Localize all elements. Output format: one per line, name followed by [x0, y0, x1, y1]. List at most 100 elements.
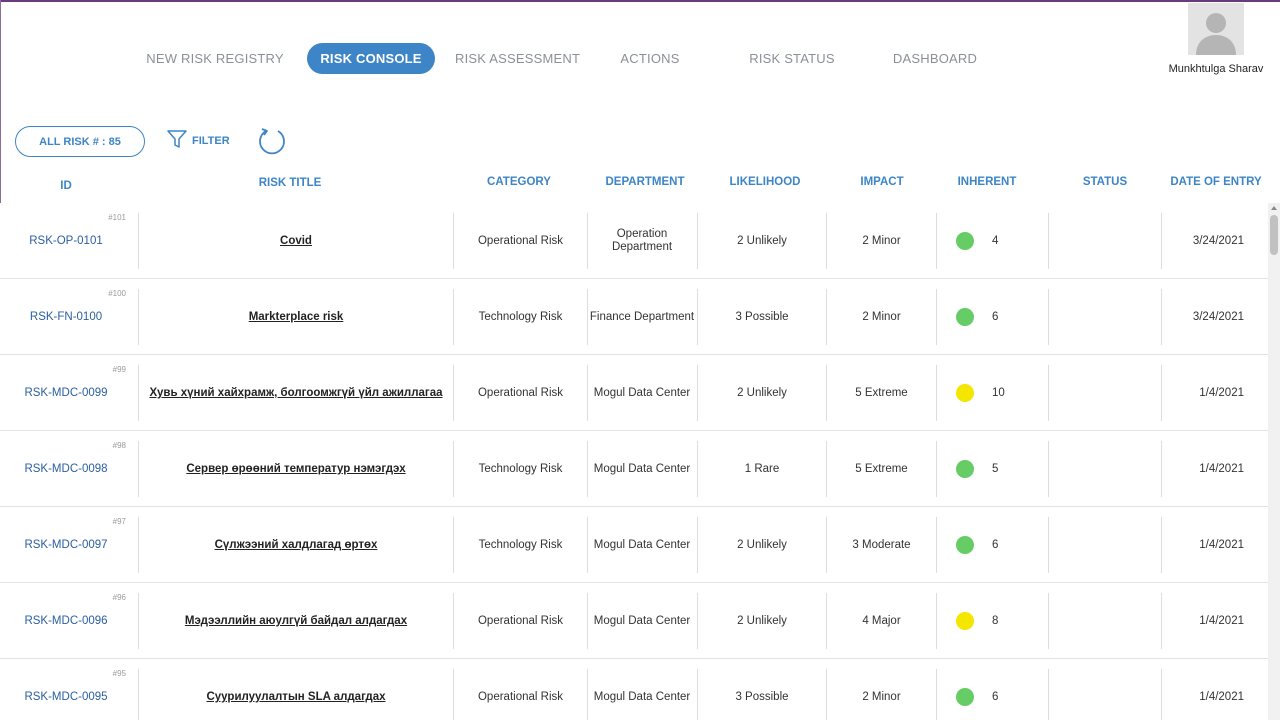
scroll-up-arrow-icon[interactable] — [1271, 206, 1277, 210]
risk-department: Mogul Data Center — [593, 538, 691, 551]
risk-id-link[interactable]: RSK-FN-0100 — [30, 311, 102, 323]
risk-category: Operational Risk — [477, 690, 563, 703]
risk-category: Operational Risk — [477, 614, 563, 627]
risk-date-of-entry: 1/4/2021 — [1199, 614, 1244, 627]
risk-table-body: #101 RSK-OP-0101 Covid Operational Risk … — [0, 203, 1268, 720]
filter-label: FILTER — [192, 135, 230, 147]
risk-department: Mogul Data Center — [593, 386, 691, 399]
risk-title-link[interactable]: Markterplace risk — [249, 311, 344, 323]
column-divider — [697, 669, 698, 720]
inherent-score: 8 — [992, 615, 999, 627]
risk-id-link[interactable]: RSK-MDC-0095 — [24, 691, 107, 703]
risk-department: Operation Department — [611, 228, 673, 253]
all-risk-label: ALL RISK # : 85 — [39, 135, 121, 148]
risk-title-link[interactable]: Суурилуулалтын SLA алдагдах — [206, 691, 385, 703]
risk-impact: 2 Minor — [862, 234, 901, 247]
nav-risk-console[interactable]: RISK CONSOLE — [307, 43, 435, 74]
column-divider — [826, 289, 827, 345]
risk-category: Technology Risk — [478, 462, 563, 475]
inherent-score: 6 — [992, 539, 999, 551]
risk-title-link[interactable]: Covid — [280, 235, 312, 247]
filter-button[interactable]: FILTER — [166, 129, 230, 153]
column-divider — [138, 441, 139, 497]
table-row[interactable]: #98 RSK-MDC-0098 Сервер өрөөний температ… — [0, 431, 1268, 507]
risk-id-link[interactable]: RSK-MDC-0098 — [24, 463, 107, 475]
user-name[interactable]: Munkhtulga Sharav — [1160, 63, 1272, 75]
risk-likelihood: 2 Unlikely — [737, 234, 787, 247]
risk-likelihood: 3 Possible — [735, 690, 789, 703]
risk-id-link[interactable]: RSK-MDC-0096 — [24, 615, 107, 627]
risk-category: Technology Risk — [478, 310, 563, 323]
risk-date-of-entry: 1/4/2021 — [1199, 386, 1244, 399]
header-department[interactable]: DEPARTMENT — [590, 176, 700, 188]
column-divider — [826, 213, 827, 269]
table-row[interactable]: #95 RSK-MDC-0095 Суурилуулалтын SLA алда… — [0, 659, 1268, 720]
nav-risk-status[interactable]: RISK STATUS — [742, 43, 842, 74]
column-divider — [138, 213, 139, 269]
risk-id-link[interactable]: RSK-MDC-0097 — [24, 539, 107, 551]
risk-impact: 2 Minor — [862, 310, 901, 323]
risk-date-of-entry: 1/4/2021 — [1199, 462, 1244, 475]
risk-department: Mogul Data Center — [593, 614, 691, 627]
nav-actions[interactable]: ACTIONS — [605, 43, 695, 74]
table-row[interactable]: #97 RSK-MDC-0097 Сүлжээний халдлагад өрт… — [0, 507, 1268, 583]
header-impact[interactable]: IMPACT — [842, 176, 922, 188]
inherent-score: 6 — [992, 311, 999, 323]
risk-likelihood: 2 Unlikely — [737, 538, 787, 551]
column-divider — [453, 213, 454, 269]
header-category[interactable]: CATEGORY — [470, 176, 568, 188]
risk-likelihood: 2 Unlikely — [737, 386, 787, 399]
risk-date-of-entry: 3/24/2021 — [1192, 234, 1244, 247]
risk-date-of-entry: 1/4/2021 — [1199, 690, 1244, 703]
nav-dashboard[interactable]: DASHBOARD — [885, 43, 985, 74]
refresh-icon[interactable] — [257, 126, 287, 156]
inherent-score: 4 — [992, 235, 999, 247]
risk-likelihood: 3 Possible — [735, 310, 789, 323]
column-divider — [826, 669, 827, 720]
column-divider — [138, 289, 139, 345]
risk-title-link[interactable]: Мэдээллийн аюулгүй байдал алдагдах — [185, 615, 407, 627]
risk-category: Technology Risk — [478, 538, 563, 551]
risk-title-link[interactable]: Хувь хүний хайхрамж, болгоомжгүй үйл ажи… — [149, 387, 442, 399]
header-likelihood[interactable]: LIKELIHOOD — [715, 176, 815, 188]
header-date-of-entry[interactable]: DATE OF ENTRY — [1165, 176, 1267, 188]
all-risk-button[interactable]: ALL RISK # : 85 — [15, 126, 145, 157]
column-divider — [138, 517, 139, 573]
funnel-icon — [166, 128, 188, 155]
nav-new-risk-registry[interactable]: NEW RISK REGISTRY — [145, 43, 285, 74]
header-inherent[interactable]: INHERENT — [945, 176, 1029, 188]
inherent-score: 10 — [992, 387, 1005, 399]
risk-title-link[interactable]: Сүлжээний халдлагад өртөх — [215, 539, 378, 551]
header-status[interactable]: STATUS — [1065, 176, 1145, 188]
table-row[interactable]: #99 RSK-MDC-0099 Хувь хүний хайхрамж, бо… — [0, 355, 1268, 431]
risk-department: Mogul Data Center — [593, 690, 691, 703]
risk-category: Operational Risk — [477, 234, 563, 247]
user-avatar-icon[interactable] — [1188, 3, 1244, 55]
inherent-score: 6 — [992, 691, 999, 703]
column-divider — [453, 441, 454, 497]
risk-likelihood: 1 Rare — [744, 462, 780, 475]
risk-title-link[interactable]: Сервер өрөөний температур нэмэгдэх — [186, 463, 405, 475]
vertical-scrollbar[interactable] — [1268, 203, 1280, 720]
column-divider — [697, 213, 698, 269]
risk-id-link[interactable]: RSK-MDC-0099 — [24, 387, 107, 399]
column-divider — [453, 289, 454, 345]
table-row[interactable]: #101 RSK-OP-0101 Covid Operational Risk … — [0, 203, 1268, 279]
nav-risk-assessment[interactable]: RISK ASSESSMENT — [455, 43, 580, 74]
inherent-level-dot-icon — [956, 612, 974, 630]
column-divider — [453, 593, 454, 649]
table-row[interactable]: #96 RSK-MDC-0096 Мэдээллийн аюулгүй байд… — [0, 583, 1268, 659]
table-row[interactable]: #100 RSK-FN-0100 Markterplace risk Techn… — [0, 279, 1268, 355]
scroll-thumb[interactable] — [1270, 215, 1278, 255]
risk-impact: 5 Extreme — [855, 386, 908, 399]
column-divider — [697, 441, 698, 497]
risk-id-link[interactable]: RSK-OP-0101 — [29, 235, 103, 247]
column-divider — [826, 441, 827, 497]
header-risk-title[interactable]: RISK TITLE — [220, 177, 360, 189]
column-divider — [697, 365, 698, 421]
column-divider — [826, 593, 827, 649]
risk-date-of-entry: 3/24/2021 — [1192, 310, 1244, 323]
header-id[interactable]: ID — [36, 180, 96, 192]
risk-department: Mogul Data Center — [593, 462, 691, 475]
risk-date-of-entry: 1/4/2021 — [1199, 538, 1244, 551]
